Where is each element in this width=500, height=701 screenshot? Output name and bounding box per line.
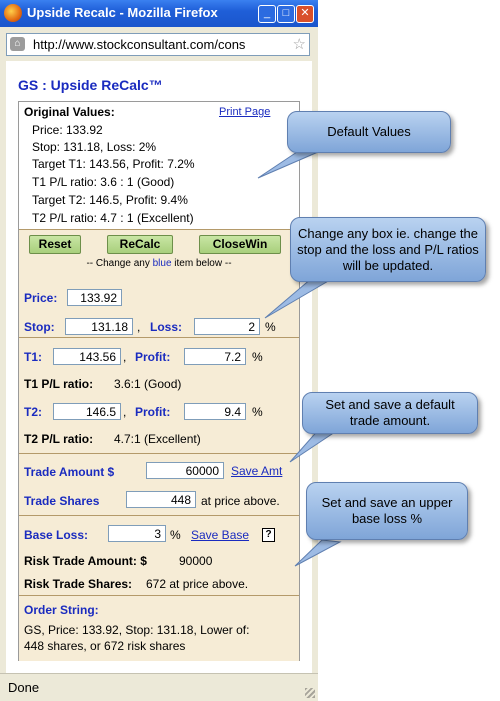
callout-base-loss: Set and save an upper base loss % (306, 482, 468, 540)
close-button[interactable]: ✕ (296, 5, 314, 23)
trade-amount-input[interactable]: 60000 (146, 462, 224, 479)
risk-shares-value: 672 at price above. (146, 577, 249, 591)
recalc-button[interactable]: ReCalc (107, 235, 173, 254)
window-title: Upside Recalc - Mozilla Firefox (27, 5, 218, 20)
original-t1-ratio: T1 P/L ratio: 3.6 : 1 (Good) (32, 175, 175, 189)
profit2-label: Profit: (135, 405, 171, 419)
t1-input[interactable]: 143.56 (53, 348, 121, 365)
reset-button[interactable]: Reset (29, 235, 81, 254)
hint-after: item below -- (171, 258, 232, 269)
loss-label: Loss: (150, 320, 183, 334)
url-text: http://www.stockconsultant.com/cons (33, 37, 246, 52)
resize-grip-icon[interactable] (305, 688, 315, 698)
page-title: GS : Upside ReCalc™ (18, 77, 163, 93)
callout-change-box: Change any box ie. change the stop and t… (290, 217, 486, 282)
save-base-link[interactable]: Save Base (191, 528, 249, 542)
print-page-link[interactable]: Print Page (219, 106, 270, 118)
price-input[interactable]: 133.92 (67, 289, 122, 306)
t1-label: T1: (24, 350, 42, 364)
original-stop-loss: Stop: 131.18, Loss: 2% (32, 140, 157, 154)
t2-input[interactable]: 146.5 (53, 403, 121, 420)
base-loss-section: Base Loss: 3 % Save Base ? Risk Trade Am… (19, 515, 299, 596)
original-t2-ratio: T2 P/L ratio: 4.7 : 1 (Excellent) (32, 211, 194, 225)
loss-input[interactable]: 2 (194, 318, 260, 335)
stop-input[interactable]: 131.18 (65, 318, 133, 335)
profit1-input[interactable]: 7.2 (184, 348, 246, 365)
base-loss-label: Base Loss: (24, 528, 89, 542)
t2-ratio-value: 4.7:1 (Excellent) (114, 432, 201, 446)
t1-ratio-label: T1 P/L ratio: (24, 377, 94, 391)
t2-ratio-label: T2 P/L ratio: (24, 432, 94, 446)
firefox-icon (4, 4, 22, 22)
profit1-suffix: % (252, 350, 263, 364)
stop-suffix: , (137, 320, 141, 334)
t1-ratio-value: 3.6:1 (Good) (114, 377, 182, 391)
help-icon[interactable]: ? (262, 528, 275, 542)
closewin-button[interactable]: CloseWin (199, 235, 281, 254)
order-string-section: Order String: GS, Price: 133.92, Stop: 1… (19, 595, 299, 661)
address-bar-area: ⌂ http://www.stockconsultant.com/cons ☆ (0, 27, 318, 61)
callout-trade-amount-text: Set and save a default trade amount. (325, 397, 455, 428)
trade-amount-label: Trade Amount $ (24, 465, 115, 479)
callout-base-loss-text: Set and save an upper base loss % (321, 495, 453, 526)
stop-label: Stop: (24, 320, 55, 334)
order-string-line-1: GS, Price: 133.92, Stop: 131.18, Lower o… (24, 623, 250, 637)
original-target-t2: Target T2: 146.5, Profit: 9.4% (32, 193, 188, 207)
maximize-button[interactable]: □ (277, 5, 295, 23)
trade-shares-suffix: at price above. (201, 494, 280, 508)
original-target-t1: Target T1: 143.56, Profit: 7.2% (32, 157, 195, 171)
minimize-button[interactable]: _ (258, 5, 276, 23)
hint-blue-word: blue (152, 258, 172, 269)
base-loss-input[interactable]: 3 (108, 525, 166, 542)
status-bar: Done (0, 673, 318, 701)
page-content: GS : Upside ReCalc™ Original Values: Pri… (6, 61, 312, 673)
order-string-line-2: 448 shares, or 672 risk shares (24, 639, 186, 653)
bookmark-star-icon[interactable]: ☆ (293, 35, 306, 53)
status-text: Done (8, 680, 40, 695)
profit2-input[interactable]: 9.4 (184, 403, 246, 420)
risk-amount-label: Risk Trade Amount: $ (24, 554, 147, 568)
risk-amount-value: 90000 (179, 554, 213, 568)
callout-default-values: Default Values (287, 111, 451, 153)
original-values-heading: Original Values: (24, 105, 115, 119)
save-amount-link[interactable]: Save Amt (231, 464, 282, 478)
targets-section: T1: 143.56 , Profit: 7.2 % T1 P/L ratio:… (19, 337, 299, 454)
trade-amount-section: Trade Amount $ 60000 Save Amt Trade Shar… (19, 453, 299, 516)
trade-shares-label: Trade Shares (24, 494, 100, 508)
change-hint: -- Change any blue item below -- (19, 258, 299, 269)
url-field[interactable]: ⌂ http://www.stockconsultant.com/cons ☆ (6, 33, 310, 56)
profit1-label: Profit: (135, 350, 171, 364)
recalc-panel: Original Values: Print Page Price: 133.9… (18, 101, 300, 661)
t1-suffix: , (123, 350, 127, 364)
trade-shares-input[interactable]: 448 (126, 491, 196, 508)
callout-trade-amount: Set and save a default trade amount. (302, 392, 478, 434)
t2-suffix: , (123, 405, 127, 419)
price-label: Price: (24, 291, 58, 305)
controls-section: Reset ReCalc CloseWin -- Change any blue… (19, 229, 299, 338)
callout-change-box-text: Change any box ie. change the stop and t… (297, 225, 479, 273)
original-values-section: Original Values: Print Page Price: 133.9… (19, 102, 299, 229)
base-loss-suffix: % (170, 528, 181, 542)
t2-label: T2: (24, 405, 42, 419)
original-price: Price: 133.92 (32, 123, 103, 137)
order-string-label: Order String: (24, 603, 99, 617)
hint-before: -- Change any (86, 258, 153, 269)
site-identity-icon[interactable]: ⌂ (10, 37, 25, 51)
window-titlebar: Upside Recalc - Mozilla Firefox _ □ ✕ (0, 0, 318, 27)
callout-default-values-text: Default Values (327, 124, 411, 139)
loss-suffix: % (265, 320, 276, 334)
risk-shares-label: Risk Trade Shares: (24, 577, 133, 591)
profit2-suffix: % (252, 405, 263, 419)
